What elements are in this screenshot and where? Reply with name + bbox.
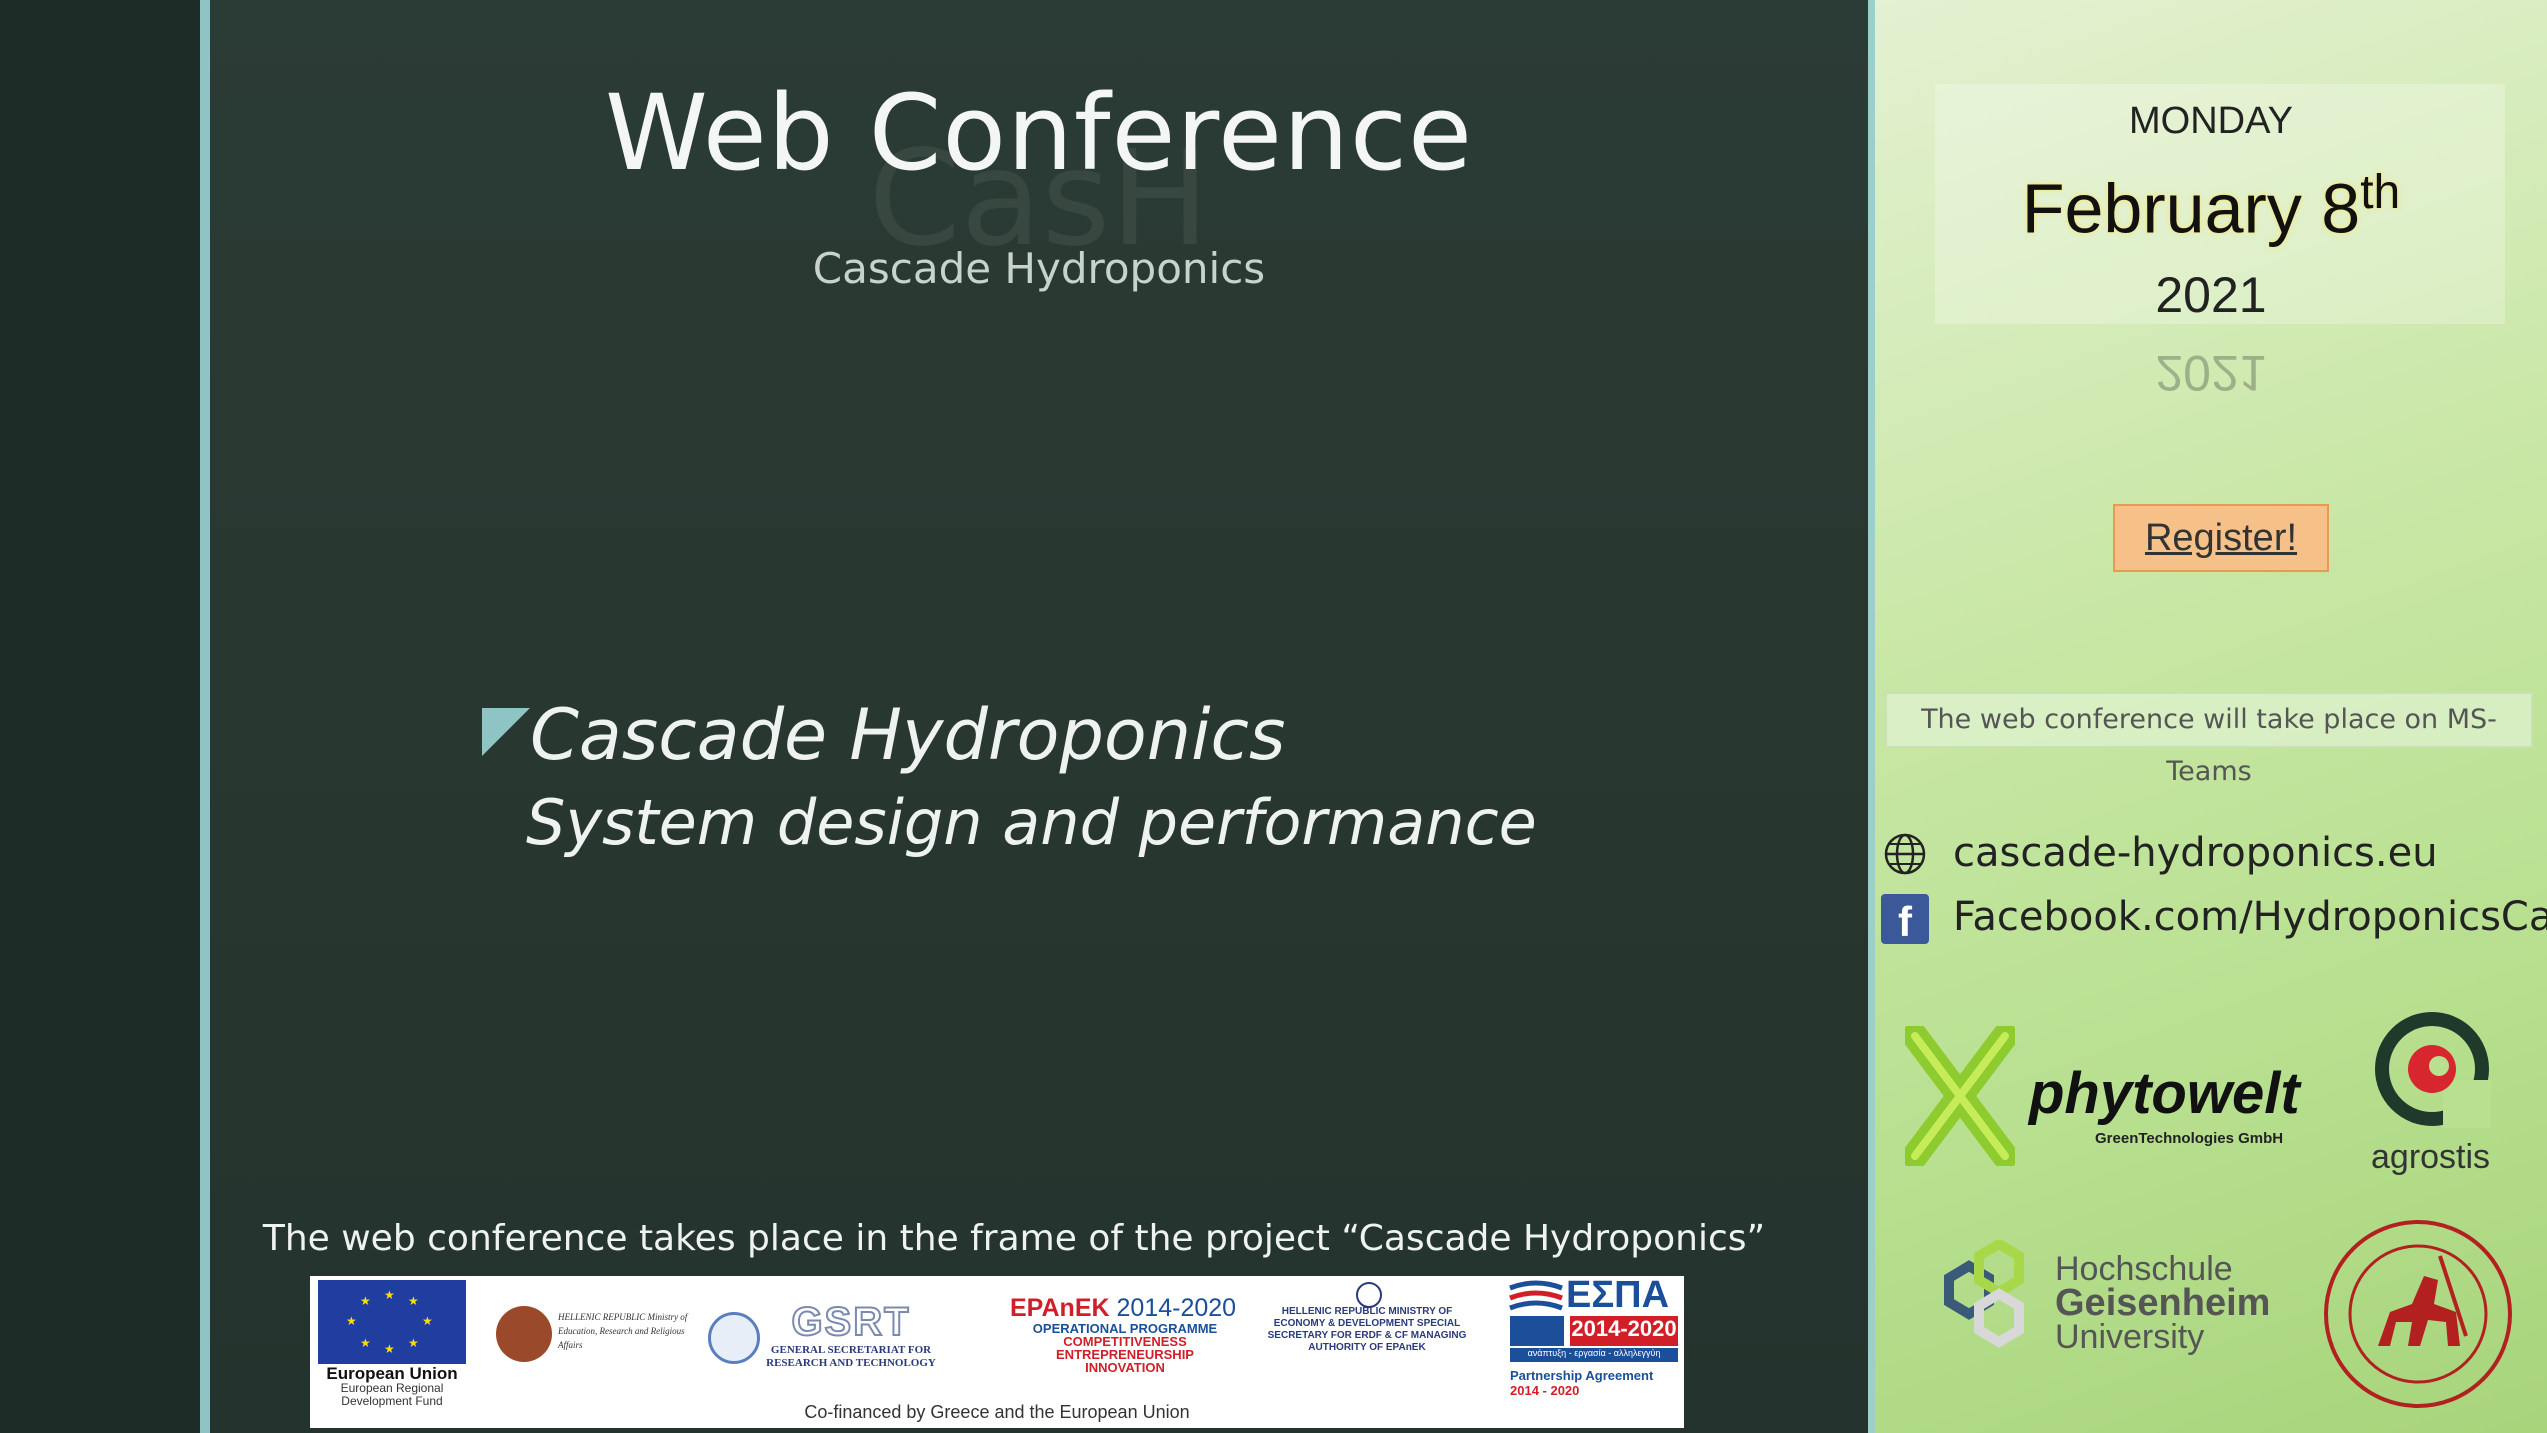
partnership-agreement-label: Partnership Agreement — [1510, 1368, 1654, 1383]
ministry-economy-text: HELLENIC REPUBLIC MINISTRY OF ECONOMY & … — [1267, 1306, 1467, 1353]
funding-partners-banner: ★ ★ ★ ★ ★ ★ ★ ★ European Union European Regi… — [310, 1274, 1684, 1428]
greek-crest-icon — [708, 1312, 760, 1364]
geisenheim-label: Hochschule Geisenheim University — [2055, 1250, 2271, 1356]
cofinanced-text: Co-financed by Greece and the European U… — [804, 1402, 1190, 1422]
facebook-icon: f — [1881, 894, 1929, 945]
partnership-agreement-years: 2014 - 2020 — [1510, 1383, 1580, 1398]
facebook-link[interactable]: Facebook.com/HydroponicsCash — [1953, 894, 2547, 940]
university-of-thessaly-seal — [2324, 1220, 2512, 1408]
ministry-education-text: HELLENIC REPUBLIC Ministry of Education,… — [558, 1312, 688, 1350]
right-accent-rule — [1868, 0, 1875, 1433]
project-frame-text: The web conference takes place in the fr… — [262, 1218, 1766, 1259]
phytowelt-x-icon — [1905, 1026, 2015, 1166]
triangle-bullet-icon — [482, 708, 530, 756]
gsrt-logo: GSRT — [790, 1299, 911, 1345]
event-year-reflection: 2021 — [2155, 345, 2267, 401]
eu-flag-icon: ★ ★ ★ ★ ★ ★ ★ ★ — [318, 1280, 466, 1364]
page-subtitle: Cascade Hydroponics — [812, 244, 1266, 293]
espa-flag-icon — [1509, 1280, 1563, 1311]
main-panel: CasH Web Conference Cascade Hydroponics … — [210, 0, 1868, 1433]
agrostis-label: agrostis — [2371, 1138, 2491, 1176]
event-year: 2021 — [2155, 267, 2267, 323]
globe-icon — [1884, 833, 1926, 875]
gsrt-text: GENERAL SECRETARIAT FOR RESEARCH AND TEC… — [766, 1344, 936, 1369]
epanek-title: EPAnEK 2014-2020 — [1010, 1294, 1237, 1322]
page-title: Web Conference — [604, 72, 1474, 194]
agrostis-logo-icon — [2375, 1012, 2491, 1128]
espa-slogan: ανάπτυξη - εργασία - αλληλεγγύη — [1510, 1348, 1678, 1362]
website-link[interactable]: cascade-hydroponics.eu — [1953, 830, 2438, 876]
geisenheim-logo-icon — [1944, 1240, 2024, 1348]
register-button[interactable]: Register! — [2113, 504, 2329, 572]
left-accent-rule — [200, 0, 210, 1433]
left-dark-strip — [0, 0, 200, 1433]
espa-years: 2014-2020 — [1570, 1316, 1678, 1346]
side-panel: MONDAY February 8th 2021 2021 Register! … — [1875, 0, 2547, 1433]
ms-teams-note: The web conference will take place on MS… — [1885, 692, 2533, 787]
phytowelt-sub: GreenTechnologies GmbH — [2095, 1130, 2284, 1147]
owl-logo-icon — [496, 1306, 552, 1362]
greek-flag-icon — [1510, 1316, 1564, 1346]
epanek-programme-text: OPERATIONAL PROGRAMME COMPETITIVENESS EN… — [1032, 1321, 1218, 1375]
ministry-crest-icon — [1356, 1282, 1382, 1308]
topic-subtitle: System design and performance — [526, 786, 1537, 859]
event-date: February 8th — [2021, 166, 2401, 248]
event-day: MONDAY — [2129, 100, 2293, 142]
topic-title: Cascade Hydroponics — [530, 694, 1286, 776]
espa-title: ΕΣΠΑ — [1566, 1274, 1670, 1316]
phytowelt-logo: phytowelt — [2029, 1061, 2300, 1126]
